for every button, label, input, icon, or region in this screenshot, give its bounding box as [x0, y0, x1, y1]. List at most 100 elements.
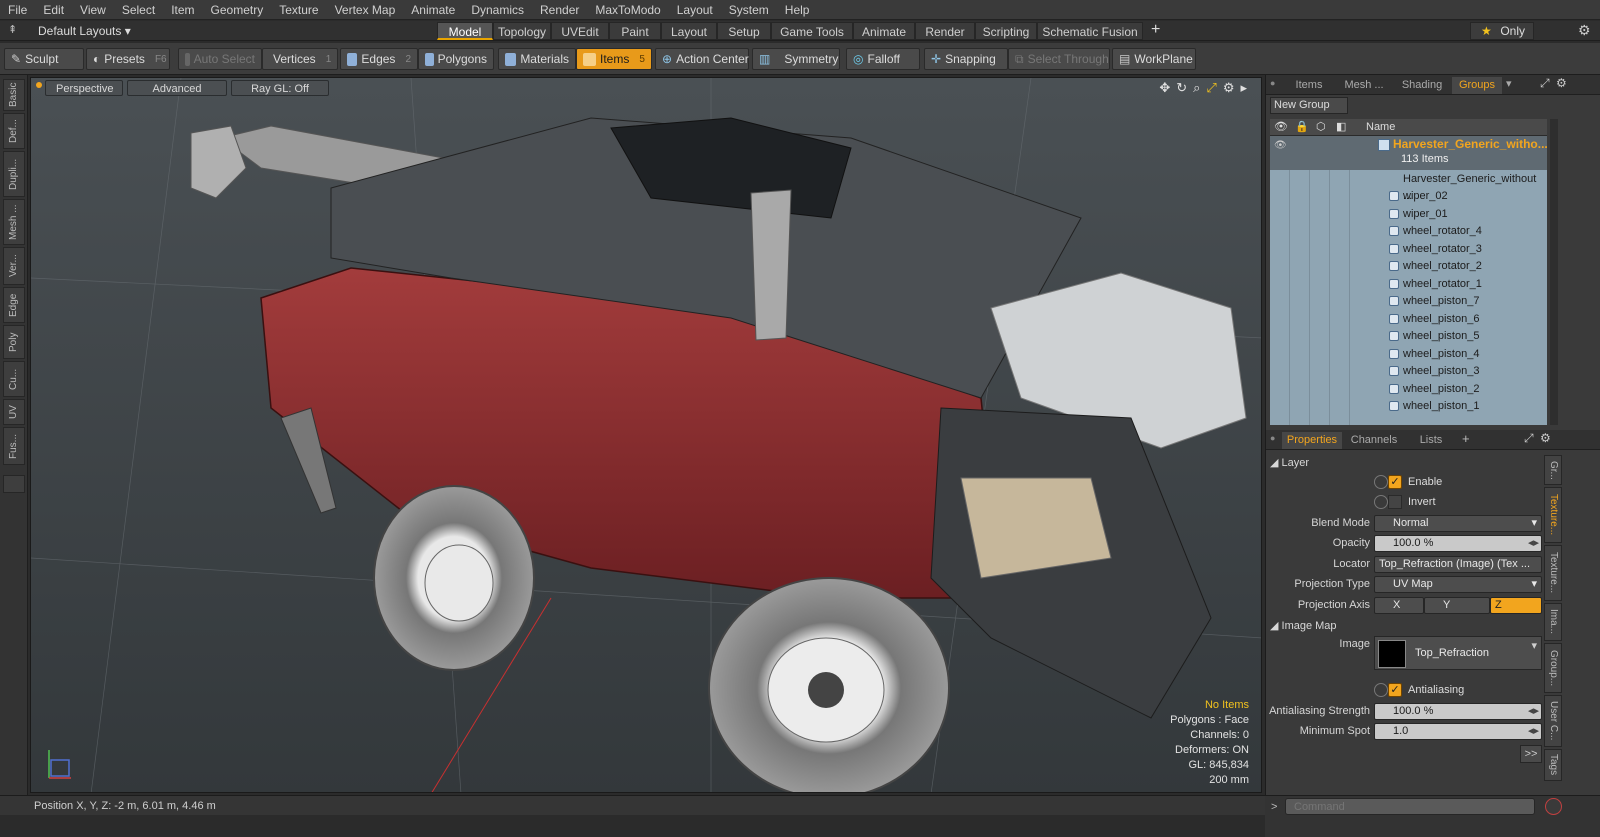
new-group-button[interactable]: New Group: [1270, 97, 1348, 114]
antialiasing-toggle[interactable]: [1374, 683, 1388, 697]
pan-icon[interactable]: ✥: [1159, 80, 1170, 96]
menu-render[interactable]: Render: [532, 0, 587, 20]
menu-item[interactable]: Item: [163, 0, 202, 20]
presets-button[interactable]: ◐ Presets F6: [86, 48, 170, 70]
list-item[interactable]: wheel_piston_6: [1270, 311, 1547, 328]
tab-channels[interactable]: Channels: [1346, 432, 1402, 449]
menu-view[interactable]: View: [72, 0, 114, 20]
opacity-field[interactable]: 100.0 % ◂▸: [1374, 535, 1542, 552]
tab-paint[interactable]: Paint: [609, 22, 661, 40]
only-toggle[interactable]: ★ Only: [1470, 22, 1534, 40]
snapping-button[interactable]: ✛ Snapping: [924, 48, 1008, 70]
tab-uvedit[interactable]: UVEdit: [551, 22, 609, 40]
side-tab-group[interactable]: Gr...: [1544, 455, 1562, 485]
menu-file[interactable]: File: [0, 0, 35, 20]
action-center-button[interactable]: ⊕ Action Center: [655, 48, 749, 70]
tab-render[interactable]: Render: [915, 22, 975, 40]
menu-maxtomodo[interactable]: MaxToModo: [587, 0, 668, 20]
menu-select[interactable]: Select: [114, 0, 163, 20]
panel-gear-icon[interactable]: ⚙: [1556, 76, 1567, 90]
side-tab-group-2[interactable]: Group...: [1544, 643, 1562, 693]
tab-topology[interactable]: Topology: [493, 22, 551, 40]
list-item[interactable]: wheel_piston_5: [1270, 328, 1547, 345]
viewport-scene[interactable]: [31, 78, 1262, 793]
min-spot-field[interactable]: 1.0 ◂▸: [1374, 723, 1542, 740]
tab-shading[interactable]: Shading: [1394, 77, 1450, 94]
enable-toggle[interactable]: [1374, 475, 1388, 489]
left-tab-basic[interactable]: Basic: [3, 79, 25, 111]
left-tab-deform[interactable]: Def...: [3, 113, 25, 149]
polygons-button[interactable]: Polygons: [418, 48, 494, 70]
side-tab-texture-2[interactable]: Texture...: [1544, 545, 1562, 601]
left-tab-edge[interactable]: Edge: [3, 287, 25, 323]
tab-properties[interactable]: Properties: [1282, 432, 1342, 449]
left-tab-duplicate[interactable]: Dupli...: [3, 151, 25, 197]
tab-layout[interactable]: Layout: [661, 22, 717, 40]
symmetry-button[interactable]: ▥ Symmetry: [752, 48, 840, 70]
tab-groups[interactable]: Groups: [1452, 77, 1502, 94]
list-item[interactable]: Harvester_Generic_without ...: [1270, 171, 1547, 202]
stepper-icon[interactable]: ◂▸: [1528, 704, 1539, 719]
side-tab-tags[interactable]: Tags: [1544, 749, 1562, 781]
falloff-button[interactable]: ◎ Falloff: [846, 48, 920, 70]
axis-y-button[interactable]: Y: [1424, 597, 1490, 614]
lock-icon[interactable]: 🔒: [1295, 120, 1309, 133]
menu-help[interactable]: Help: [777, 0, 818, 20]
locator-select[interactable]: Top_Refraction (Image) (Tex ...: [1374, 556, 1542, 573]
menu-vertex-map[interactable]: Vertex Map: [327, 0, 404, 20]
sculpt-button[interactable]: ✎ Sculpt: [4, 48, 84, 70]
menu-edit[interactable]: Edit: [35, 0, 72, 20]
add-properties-tab-button[interactable]: +: [1462, 431, 1470, 446]
tab-mesh[interactable]: Mesh ...: [1336, 77, 1392, 94]
expand-icon[interactable]: ⤢: [1540, 76, 1550, 91]
stepper-icon[interactable]: ◂▸: [1528, 536, 1539, 551]
tab-items[interactable]: Items: [1284, 77, 1334, 94]
left-tab-fusion[interactable]: Fus...: [3, 427, 25, 465]
rotate-icon[interactable]: ↻: [1176, 80, 1187, 96]
list-item[interactable]: wiper_01: [1270, 206, 1547, 223]
tabs-dropdown-icon[interactable]: ▾: [1506, 77, 1512, 90]
tab-scripting[interactable]: Scripting: [975, 22, 1037, 40]
name-column-header[interactable]: Name: [1366, 121, 1395, 133]
invert-checkbox[interactable]: [1388, 495, 1402, 509]
auto-select-button[interactable]: Auto Select: [178, 48, 262, 70]
edges-button[interactable]: Edges 2: [340, 48, 418, 70]
group-list-scrollbar[interactable]: [1550, 119, 1558, 425]
side-tab-image[interactable]: Ima...: [1544, 603, 1562, 641]
record-icon[interactable]: [1545, 798, 1562, 815]
perspective-button[interactable]: Perspective: [45, 80, 123, 96]
left-tab-uv[interactable]: UV: [3, 399, 25, 425]
menu-texture[interactable]: Texture: [271, 0, 326, 20]
list-item[interactable]: wheel_piston_1: [1270, 398, 1547, 415]
group-list[interactable]: 👁 🔒 ⬡ ◧ Name 👁 Harvester_Generic_witho..…: [1270, 119, 1547, 425]
advanced-button[interactable]: Advanced: [127, 80, 227, 96]
add-tab-button[interactable]: +: [1151, 21, 1160, 39]
viewport-menu-icon[interactable]: ▸: [1240, 80, 1247, 96]
menu-layout[interactable]: Layout: [669, 0, 721, 20]
select-through-button[interactable]: ⧉ Select Through: [1008, 48, 1110, 70]
items-button[interactable]: Items 5: [576, 48, 652, 70]
tab-model[interactable]: Model: [437, 22, 493, 40]
list-item[interactable]: wheel_piston_3: [1270, 363, 1547, 380]
3d-viewport[interactable]: Perspective Advanced Ray GL: Off ✥ ↻ ⌕ ⤢…: [30, 77, 1262, 793]
layout-arrow-icon[interactable]: ⇞: [8, 23, 17, 36]
left-tab-mesh[interactable]: Mesh ...: [3, 199, 25, 245]
image-map-section-header[interactable]: ◢ Image Map: [1270, 619, 1337, 632]
tab-game-tools[interactable]: Game Tools: [771, 22, 853, 40]
list-item[interactable]: wheel_rotator_3: [1270, 241, 1547, 258]
root-visibility-icon[interactable]: 👁: [1274, 140, 1287, 151]
tab-lists[interactable]: Lists: [1406, 432, 1456, 449]
antialiasing-checkbox[interactable]: ✓: [1388, 683, 1402, 697]
layout-selector[interactable]: Default Layouts ▾: [38, 24, 131, 38]
left-tab-more[interactable]: [3, 475, 25, 493]
gear-icon[interactable]: ⚙: [1578, 22, 1591, 39]
left-tab-vertex[interactable]: Ver...: [3, 247, 25, 285]
list-item[interactable]: wheel_piston_7: [1270, 293, 1547, 310]
select-icon[interactable]: ⬡: [1316, 120, 1326, 133]
visibility-icon[interactable]: 👁: [1274, 120, 1288, 133]
list-item[interactable]: wiper_02: [1270, 188, 1547, 205]
image-select[interactable]: Top_Refraction ▾: [1374, 636, 1542, 670]
fit-icon[interactable]: ⤢: [1206, 80, 1216, 96]
raygl-button[interactable]: Ray GL: Off: [231, 80, 329, 96]
tab-schematic-fusion[interactable]: Schematic Fusion: [1037, 22, 1143, 40]
